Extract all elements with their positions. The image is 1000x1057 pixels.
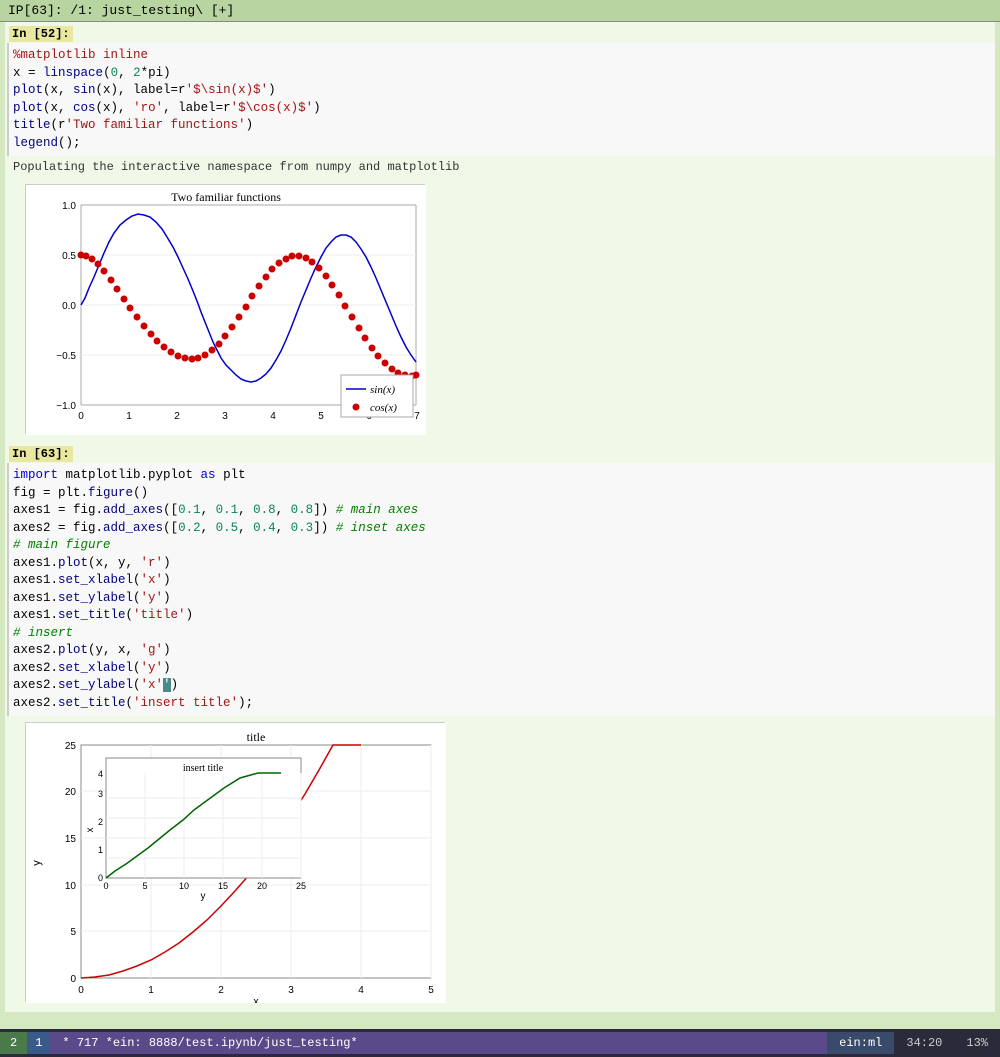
svg-text:20: 20 [65,787,77,798]
code-line: axes2.set_title('insert title'); [13,695,987,713]
plot-2-svg: title 0 5 10 15 20 25 [26,723,446,1003]
svg-text:10: 10 [179,881,189,891]
title-bar: IP[63]: /1: just_testing\ [+] [0,0,1000,22]
svg-text:3: 3 [98,789,103,799]
svg-text:−1.0: −1.0 [56,401,76,412]
svg-text:10: 10 [65,881,77,892]
svg-text:2: 2 [218,985,224,996]
svg-text:2: 2 [174,411,180,422]
svg-text:15: 15 [65,834,77,845]
svg-text:y: y [31,860,43,866]
cell-63: In [63]: import matplotlib.pyplot as plt… [5,442,995,718]
svg-text:0.5: 0.5 [62,251,76,262]
code-line: fig = plt.figure() [13,485,987,503]
status-mode: ein:ml [827,1032,894,1054]
svg-text:0: 0 [70,974,76,985]
svg-text:4: 4 [270,411,276,422]
code-line: title(r'Two familiar functions') [13,117,987,135]
svg-text:0.0: 0.0 [62,301,76,312]
svg-text:sin(x): sin(x) [370,384,395,396]
svg-text:2: 2 [98,817,103,827]
code-line: # main figure [13,537,987,555]
svg-text:−0.5: −0.5 [56,351,76,362]
plot-1-svg: Two familiar functions 1.0 0.5 0.0 −0.5 … [26,185,426,435]
svg-text:5: 5 [428,985,434,996]
code-line: axes2.plot(y, x, 'g') [13,642,987,660]
status-position: 34:20 [894,1032,954,1054]
svg-text:25: 25 [65,741,77,752]
svg-text:3: 3 [222,411,228,422]
code-line: axes1.set_xlabel('x') [13,572,987,590]
cell-label-63: In [63]: [9,446,73,462]
code-line: # insert [13,625,987,643]
svg-text:cos(x): cos(x) [370,402,397,414]
code-line: axes1.set_ylabel('y') [13,590,987,608]
status-numbers[interactable]: 1 [27,1032,50,1054]
svg-text:0: 0 [103,881,108,891]
svg-text:1: 1 [98,845,103,855]
svg-text:25: 25 [296,881,306,891]
svg-text:4: 4 [98,769,103,779]
svg-text:0: 0 [98,873,103,883]
svg-text:1: 1 [126,411,132,422]
svg-text:x: x [85,828,96,833]
plot-1: Two familiar functions 1.0 0.5 0.0 −0.5 … [25,184,425,434]
svg-text:5: 5 [142,881,147,891]
svg-text:7: 7 [414,411,420,422]
code-line: plot(x, sin(x), label=r'$\sin(x)$') [13,82,987,100]
svg-text:20: 20 [257,881,267,891]
output-area-52: Populating the interactive namespace fro… [5,156,995,178]
cell-label-52: In [52]: [9,26,73,42]
svg-text:1.0: 1.0 [62,201,76,212]
output-text-52: Populating the interactive namespace fro… [13,160,459,174]
inset-title: insert title [183,763,224,774]
title-text: IP[63]: /1: just_testing\ [+] [8,3,234,18]
code-line: plot(x, cos(x), 'ro', label=r'$\cos(x)$'… [13,100,987,118]
plot1-title: Two familiar functions [171,190,281,204]
plot2-title: title [247,730,266,744]
code-line: axes1.plot(x, y, 'r') [13,555,987,573]
code-line: axes2.set_ylabel('x'') [13,677,987,695]
plot-2: title 0 5 10 15 20 25 [25,722,445,1002]
code-line: %matplotlib inline [13,47,987,65]
code-line: legend(); [13,135,987,153]
svg-text:y: y [201,891,206,902]
cell-code-52[interactable]: %matplotlib inline x = linspace(0, 2*pi)… [7,43,995,156]
svg-text:0: 0 [78,985,84,996]
svg-text:1: 1 [148,985,154,996]
code-line: axes2 = fig.add_axes([0.2, 0.5, 0.4, 0.3… [13,520,987,538]
svg-text:x: x [253,996,259,1003]
code-line: axes1.set_title('title') [13,607,987,625]
svg-text:0: 0 [78,411,84,422]
code-line: import matplotlib.pyplot as plt [13,467,987,485]
status-filename: * 717 *ein: 8888/test.ipynb/just_testing… [50,1032,827,1054]
cell-52: In [52]: %matplotlib inline x = linspace… [5,22,995,180]
svg-text:15: 15 [218,881,228,891]
svg-text:5: 5 [70,927,76,938]
svg-text:5: 5 [318,411,324,422]
cell-code-63[interactable]: import matplotlib.pyplot as plt fig = pl… [7,463,995,716]
notebook: In [52]: %matplotlib inline x = linspace… [5,22,995,1012]
status-percent: 13% [954,1032,1000,1054]
status-bar: 2 1 * 717 *ein: 8888/test.ipynb/just_tes… [0,1029,1000,1057]
code-line: x = linspace(0, 2*pi) [13,65,987,83]
code-line: axes1 = fig.add_axes([0.1, 0.1, 0.8, 0.8… [13,502,987,520]
svg-text:3: 3 [288,985,294,996]
status-cell-type[interactable]: 2 [0,1032,27,1054]
svg-text:4: 4 [358,985,364,996]
code-line: axes2.set_xlabel('y') [13,660,987,678]
